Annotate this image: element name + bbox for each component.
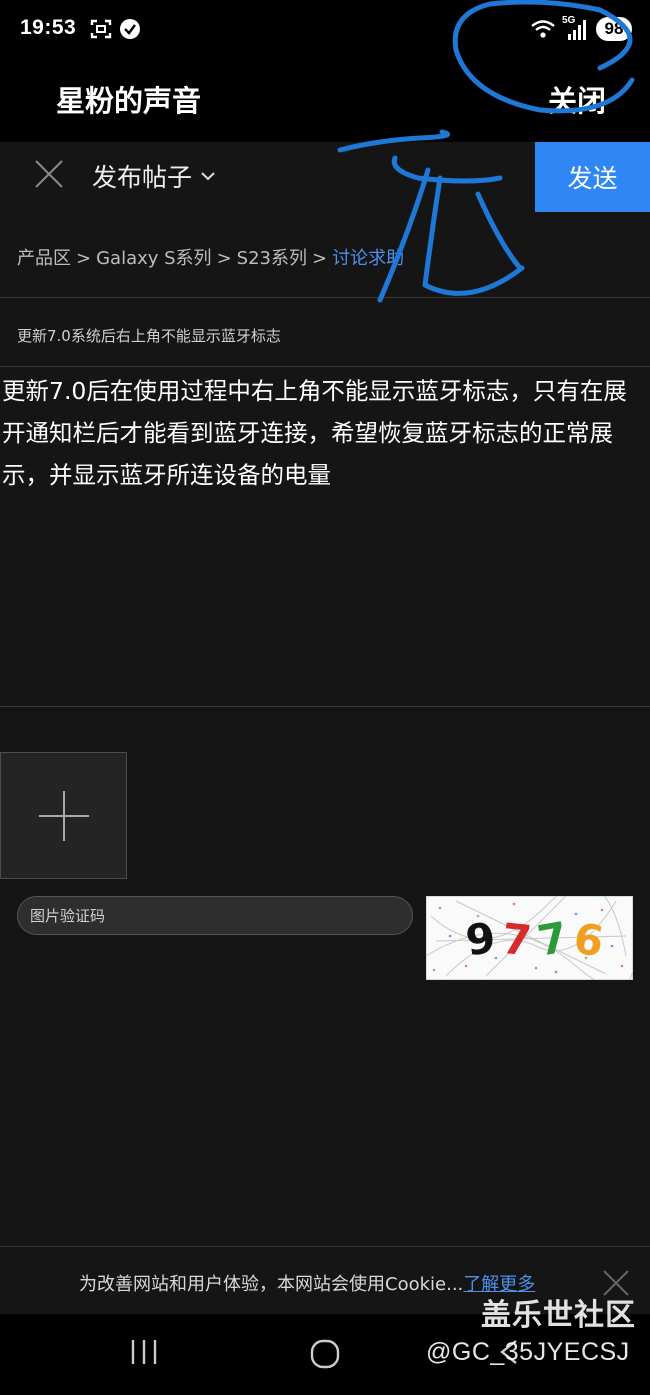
captcha-input[interactable] xyxy=(17,896,413,935)
divider xyxy=(0,297,650,298)
app-header: 星粉的声音 关闭 xyxy=(0,60,650,142)
screenshot-icon xyxy=(90,19,112,39)
breadcrumb-separator: > xyxy=(216,248,232,269)
breadcrumb-separator: > xyxy=(312,248,328,269)
post-type-label: 发布帖子 xyxy=(92,163,193,192)
home-icon[interactable] xyxy=(309,1338,341,1370)
cellular-status: 5G xyxy=(562,15,590,41)
breadcrumb-separator: > xyxy=(76,248,92,269)
breadcrumb-item[interactable]: S23系列 xyxy=(237,248,307,269)
captcha-digit: 7 xyxy=(500,914,534,966)
post-type-dropdown[interactable]: 发布帖子 xyxy=(92,158,216,194)
signal-icon xyxy=(568,20,586,40)
breadcrumb-item[interactable]: Galaxy S系列 xyxy=(96,248,211,269)
compose-toolbar: 发布帖子 发送 xyxy=(0,142,650,214)
breadcrumb-item[interactable]: 产品区 xyxy=(17,248,71,269)
watermark-user: @GC_35JYECSJ xyxy=(426,1338,630,1366)
add-image-button[interactable] xyxy=(0,752,127,879)
cookie-notice: 为改善网站和用户体验，本网站会使用Cookie...了解更多 xyxy=(79,1270,535,1296)
captcha-image[interactable]: 9776 xyxy=(426,896,633,980)
breadcrumb: 产品区 > Galaxy S系列 > S23系列 > 讨论求助 xyxy=(17,244,404,270)
status-indicators: 5G 98 xyxy=(530,15,632,42)
divider xyxy=(0,366,650,367)
breadcrumb-current[interactable]: 讨论求助 xyxy=(332,248,404,269)
divider xyxy=(0,706,650,707)
send-button[interactable]: 发送 xyxy=(535,142,650,212)
post-body-field[interactable]: 更新7.0后在使用过程中右上角不能显示蓝牙标志，只有在展开通知栏后才能看到蓝牙连… xyxy=(2,370,650,496)
check-badge-icon xyxy=(120,19,140,39)
battery-indicator: 98 xyxy=(596,17,632,41)
recent-apps-icon[interactable] xyxy=(128,1338,160,1366)
plus-icon xyxy=(39,791,89,841)
watermark-site: 盖乐世社区 xyxy=(481,1298,636,1333)
chevron-down-icon xyxy=(201,172,215,181)
wifi-icon xyxy=(531,20,555,38)
close-icon[interactable] xyxy=(30,155,68,193)
close-button[interactable]: 关闭 xyxy=(548,78,606,120)
cookie-notice-text: 为改善网站和用户体验，本网站会使用Cookie... xyxy=(79,1274,464,1295)
status-bar: 19:53 5G 98 xyxy=(0,0,650,60)
page-title: 星粉的声音 xyxy=(56,84,202,118)
post-title-field[interactable]: 更新7.0系统后右上角不能显示蓝牙标志 xyxy=(17,325,281,346)
status-time: 19:53 xyxy=(20,16,77,39)
